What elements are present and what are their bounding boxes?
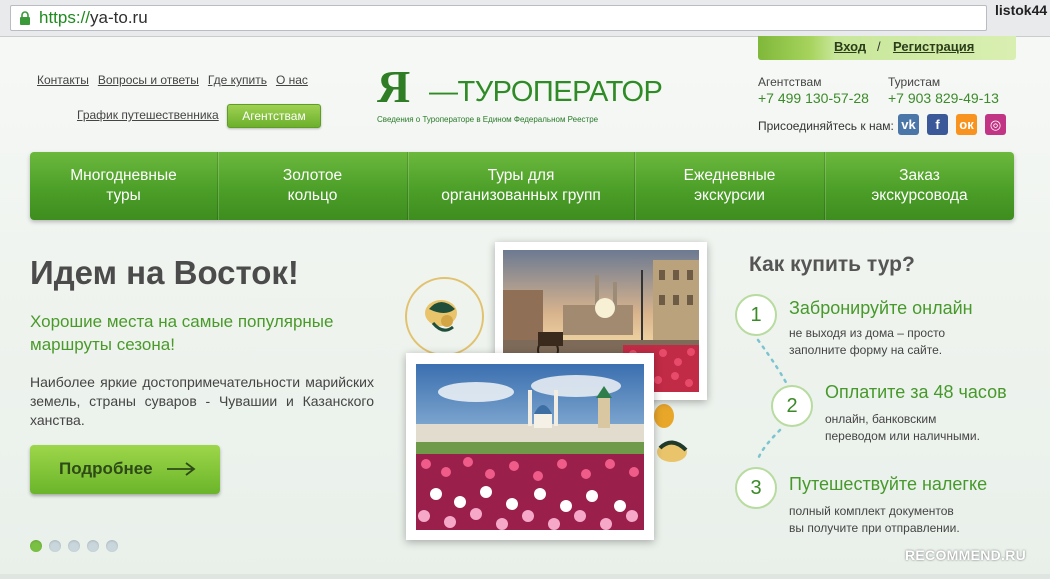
nav-item-daily-excursions[interactable]: Ежедневные экскурсии (635, 152, 825, 220)
odnoklassniki-icon-glyph: ок (959, 117, 974, 132)
hero-subtitle: Хорошие места на самые популярные маршру… (30, 312, 334, 354)
link-traveler-schedule[interactable]: График путешественника (77, 108, 219, 122)
url-text: https://ya-to.ru (39, 8, 148, 28)
snow-leopard-emblem-icon (425, 300, 457, 332)
arrow-right-icon (167, 462, 196, 476)
browser-user-name[interactable]: listok44 (995, 2, 1047, 18)
vk-icon-glyph: vk (901, 117, 916, 132)
address-bar[interactable]: https://ya-to.ru (10, 5, 987, 31)
link-where-to-buy[interactable]: Где купить (208, 73, 267, 87)
nav-item-multiday-tours[interactable]: Многодневные туры (30, 152, 218, 220)
instagram-icon[interactable]: ◎ (985, 114, 1006, 135)
link-contacts[interactable]: Контакты (37, 73, 89, 87)
instagram-icon-glyph: ◎ (989, 117, 1002, 132)
photo-kazan-kremlin (406, 353, 654, 540)
facebook-icon[interactable]: f (927, 114, 948, 135)
tourists-phone-label: Туристам (888, 75, 941, 89)
how-to-buy-title: Как купить тур? (749, 253, 915, 276)
login-separator: / (877, 39, 881, 54)
step-3-number: 3 (735, 467, 777, 509)
tourists-phone[interactable]: +7 903 829-49-13 (888, 90, 999, 106)
login-strip: Вход / Регистрация (758, 36, 1016, 60)
url-scheme: https:// (39, 8, 91, 27)
register-link[interactable]: Регистрация (893, 39, 974, 54)
link-about[interactable]: О нас (276, 73, 308, 87)
nav-item-golden-ring[interactable]: Золотое кольцо (218, 152, 408, 220)
decorative-emblem (405, 277, 484, 356)
url-host: ya-to.ru (90, 8, 148, 27)
logo-mark: Я (377, 61, 410, 112)
slider-dot[interactable] (106, 540, 118, 552)
facebook-icon-glyph: f (935, 117, 940, 132)
slider-dot[interactable] (68, 540, 80, 552)
slider-dot[interactable] (87, 540, 99, 552)
leopard-emblem-icon (654, 404, 688, 462)
hero-title: Идем на Восток! (30, 254, 299, 291)
agencies-phone[interactable]: +7 499 130-57-28 (758, 90, 869, 106)
step-1-text: не выходя из дома – просто заполните фор… (789, 326, 946, 357)
more-button-label: Подробнее (59, 459, 153, 478)
nav-item-group-tours[interactable]: Туры для организованных групп (408, 152, 635, 220)
top-links: Контакты Вопросы и ответы Где купить О нас (37, 73, 317, 87)
hero-description: Наиболее яркие достопримечательности мар… (30, 374, 374, 428)
decorative-emblem-front (650, 400, 690, 470)
step-3-title: Путешествуйте налегке (789, 474, 988, 494)
bottom-border (0, 574, 1050, 579)
slider-dots (30, 539, 125, 557)
agencies-phone-label: Агентствам (758, 75, 822, 89)
lock-icon (20, 11, 30, 25)
step-1-title: Забронируйте онлайн (789, 298, 973, 318)
logo-text: —ТУРОПЕРАТОР (429, 76, 663, 108)
odnoklassniki-icon[interactable]: ок (956, 114, 977, 135)
step-1-number: 1 (735, 294, 777, 336)
kazan-kremlin-image (416, 364, 644, 530)
step-3-text: полный комплект документов вы получите п… (789, 504, 960, 535)
slider-dot[interactable] (30, 540, 42, 552)
site-logo[interactable]: Я —ТУРОПЕРАТОР Сведения о Туроператоре в… (377, 60, 663, 124)
step-2-text: онлайн, банковским переводом или наличны… (825, 412, 980, 443)
link-faq[interactable]: Вопросы и ответы (98, 73, 199, 87)
slider-dot[interactable] (49, 540, 61, 552)
nav-item-guide-order[interactable]: Заказ экскурсовода (825, 152, 1014, 220)
social-join-label: Присоединяйтесь к нам: (758, 119, 894, 133)
agencies-button[interactable]: Агентствам (227, 104, 321, 128)
vk-icon[interactable]: vk (898, 114, 919, 135)
login-link[interactable]: Вход (834, 39, 866, 54)
logo-registry-link[interactable]: Сведения о Туроператоре в Едином Федерал… (377, 115, 598, 124)
main-nav: Многодневные туры Золотое кольцо Туры дл… (30, 152, 1014, 220)
more-button[interactable]: Подробнее (30, 445, 220, 494)
step-2-title: Оплатите за 48 часов (825, 382, 1007, 402)
browser-toolbar: https://ya-to.ru listok44 (0, 0, 1050, 37)
recommend-watermark: RECOMMEND.RU (905, 547, 1027, 563)
step-2-number: 2 (771, 385, 813, 427)
